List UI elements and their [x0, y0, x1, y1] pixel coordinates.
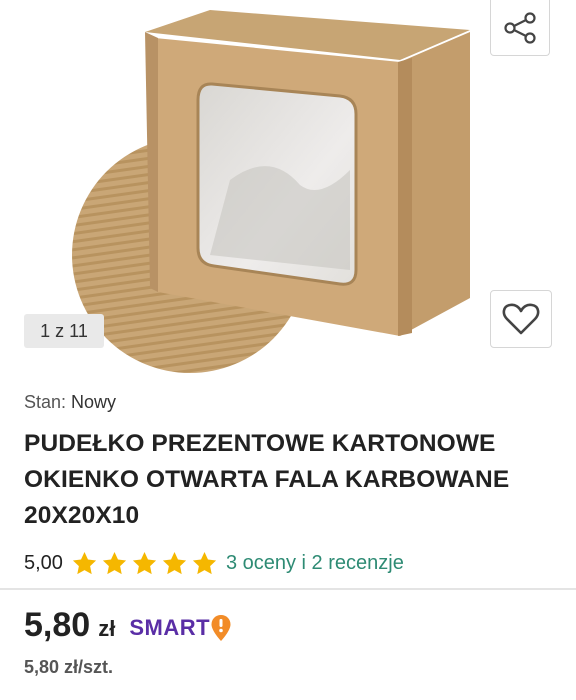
- rating-row: 5,00 3 oceny i 2 recenzje: [24, 548, 404, 578]
- rating-value: 5,00: [24, 551, 63, 574]
- product-title: PUDEŁKO PREZENTOWE KARTONOWE OKIENKO OTW…: [24, 430, 510, 529]
- share-icon: [504, 11, 536, 44]
- condition-value: Nowy: [71, 392, 117, 412]
- rating-stars: [71, 550, 218, 577]
- reviews-link[interactable]: 3 oceny i 2 recenzje: [226, 552, 404, 575]
- smart-badge[interactable]: SMART: [129, 614, 232, 642]
- condition-row: Stan: Nowy: [24, 392, 116, 413]
- star-icon: [132, 551, 157, 574]
- heart-icon: [502, 303, 540, 335]
- star-icon: [72, 551, 97, 574]
- smart-label: SMART: [129, 615, 211, 640]
- condition-label: Stan:: [24, 392, 67, 412]
- price-row: 5,80 zł SMART: [24, 606, 232, 650]
- unit-price: 5,80 zł/szt.: [24, 657, 114, 677]
- price-value: 5,80: [24, 606, 91, 644]
- product-gallery[interactable]: 1 z 11: [0, 0, 576, 375]
- smart-exclamation-icon: [211, 615, 231, 641]
- price-currency: zł: [98, 616, 116, 641]
- share-button[interactable]: [490, 0, 550, 56]
- image-counter: 1 z 11: [24, 314, 104, 348]
- section-divider: [0, 588, 576, 590]
- favorite-button[interactable]: [490, 290, 552, 348]
- star-icon: [102, 551, 127, 574]
- star-icon: [192, 551, 217, 574]
- star-icon: [162, 551, 187, 574]
